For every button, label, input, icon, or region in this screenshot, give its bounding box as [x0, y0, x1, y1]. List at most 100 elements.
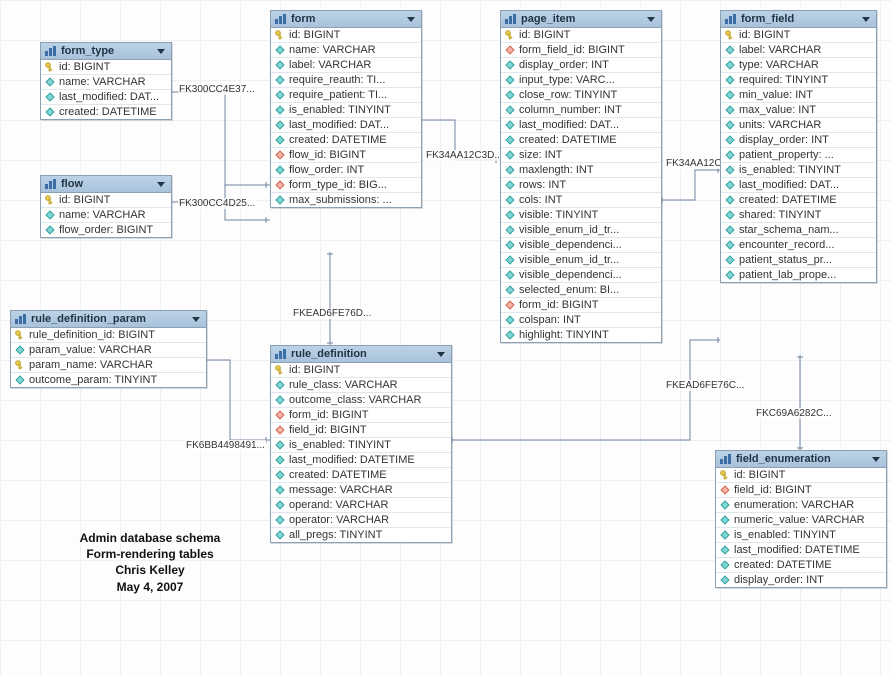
column-row[interactable]: label: VARCHAR: [721, 43, 876, 58]
column-row[interactable]: display_order: INT: [721, 133, 876, 148]
entity-form[interactable]: formid: BIGINTname: VARCHARlabel: VARCHA…: [270, 10, 422, 208]
column-row[interactable]: created: DATETIME: [271, 468, 451, 483]
entity-header[interactable]: form_field: [721, 11, 876, 28]
column-row[interactable]: size: INT: [501, 148, 661, 163]
entity-flow[interactable]: flowid: BIGINTname: VARCHARflow_order: B…: [40, 175, 172, 238]
column-row[interactable]: flow_id: BIGINT: [271, 148, 421, 163]
column-row[interactable]: message: VARCHAR: [271, 483, 451, 498]
column-row[interactable]: maxlength: INT: [501, 163, 661, 178]
entity-header[interactable]: form: [271, 11, 421, 28]
column-row[interactable]: label: VARCHAR: [271, 58, 421, 73]
column-row[interactable]: column_number: INT: [501, 103, 661, 118]
entity-header[interactable]: rule_definition: [271, 346, 451, 363]
column-row[interactable]: last_modified: DATETIME: [716, 543, 886, 558]
column-row[interactable]: name: VARCHAR: [271, 43, 421, 58]
column-row[interactable]: field_id: BIGINT: [716, 483, 886, 498]
entity-header[interactable]: field_enumeration: [716, 451, 886, 468]
column-row[interactable]: id: BIGINT: [501, 28, 661, 43]
column-row[interactable]: selected_enum: BI...: [501, 283, 661, 298]
entity-header[interactable]: page_item: [501, 11, 661, 28]
column-row[interactable]: outcome_param: TINYINT: [11, 373, 206, 387]
column-row[interactable]: is_enabled: TINYINT: [716, 528, 886, 543]
column-row[interactable]: is_enabled: TINYINT: [721, 163, 876, 178]
column-row[interactable]: close_row: TINYINT: [501, 88, 661, 103]
column-row[interactable]: field_id: BIGINT: [271, 423, 451, 438]
column-row[interactable]: outcome_class: VARCHAR: [271, 393, 451, 408]
column-row[interactable]: form_field_id: BIGINT: [501, 43, 661, 58]
column-row[interactable]: last_modified: DAT...: [721, 178, 876, 193]
column-row[interactable]: rule_definition_id: BIGINT: [11, 328, 206, 343]
column-row[interactable]: display_order: INT: [501, 58, 661, 73]
column-row[interactable]: id: BIGINT: [41, 60, 171, 75]
column-row[interactable]: visible_enum_id_tr...: [501, 223, 661, 238]
column-row[interactable]: visible_dependenci...: [501, 238, 661, 253]
column-row[interactable]: visible_enum_id_tr...: [501, 253, 661, 268]
column-row[interactable]: max_submissions: ...: [271, 193, 421, 207]
column-row[interactable]: created: DATETIME: [271, 133, 421, 148]
chevron-down-icon[interactable]: [872, 457, 880, 462]
column-row[interactable]: star_schema_nam...: [721, 223, 876, 238]
column-row[interactable]: highlight: TINYINT: [501, 328, 661, 342]
column-row[interactable]: visible: TINYINT: [501, 208, 661, 223]
column-row[interactable]: rows: INT: [501, 178, 661, 193]
column-row[interactable]: input_type: VARC...: [501, 73, 661, 88]
column-row[interactable]: last_modified: DAT...: [41, 90, 171, 105]
column-row[interactable]: form_id: BIGINT: [271, 408, 451, 423]
column-row[interactable]: last_modified: DATETIME: [271, 453, 451, 468]
column-row[interactable]: shared: TINYINT: [721, 208, 876, 223]
column-row[interactable]: enumeration: VARCHAR: [716, 498, 886, 513]
column-row[interactable]: patient_status_pr...: [721, 253, 876, 268]
column-row[interactable]: patient_lab_prope...: [721, 268, 876, 282]
chevron-down-icon[interactable]: [647, 17, 655, 22]
chevron-down-icon[interactable]: [157, 49, 165, 54]
chevron-down-icon[interactable]: [407, 17, 415, 22]
chevron-down-icon[interactable]: [862, 17, 870, 22]
column-row[interactable]: id: BIGINT: [41, 193, 171, 208]
entity-rule_definition[interactable]: rule_definitionid: BIGINTrule_class: VAR…: [270, 345, 452, 543]
column-row[interactable]: form_id: BIGINT: [501, 298, 661, 313]
column-row[interactable]: min_value: INT: [721, 88, 876, 103]
column-row[interactable]: name: VARCHAR: [41, 208, 171, 223]
column-row[interactable]: created: DATETIME: [501, 133, 661, 148]
column-row[interactable]: display_order: INT: [716, 573, 886, 587]
column-row[interactable]: require_reauth: TI...: [271, 73, 421, 88]
column-row[interactable]: param_value: VARCHAR: [11, 343, 206, 358]
column-row[interactable]: required: TINYINT: [721, 73, 876, 88]
column-row[interactable]: param_name: VARCHAR: [11, 358, 206, 373]
entity-rule_definition_param[interactable]: rule_definition_paramrule_definition_id:…: [10, 310, 207, 388]
column-row[interactable]: cols: INT: [501, 193, 661, 208]
chevron-down-icon[interactable]: [157, 182, 165, 187]
entity-header[interactable]: flow: [41, 176, 171, 193]
entity-header[interactable]: rule_definition_param: [11, 311, 206, 328]
column-row[interactable]: numeric_value: VARCHAR: [716, 513, 886, 528]
entity-header[interactable]: form_type: [41, 43, 171, 60]
column-row[interactable]: form_type_id: BIG...: [271, 178, 421, 193]
column-row[interactable]: name: VARCHAR: [41, 75, 171, 90]
column-row[interactable]: created: DATETIME: [721, 193, 876, 208]
column-row[interactable]: last_modified: DAT...: [501, 118, 661, 133]
column-row[interactable]: patient_property: ...: [721, 148, 876, 163]
column-row[interactable]: id: BIGINT: [271, 363, 451, 378]
column-row[interactable]: is_enabled: TINYINT: [271, 438, 451, 453]
chevron-down-icon[interactable]: [192, 317, 200, 322]
column-row[interactable]: encounter_record...: [721, 238, 876, 253]
column-row[interactable]: is_enabled: TINYINT: [271, 103, 421, 118]
column-row[interactable]: require_patient: TI...: [271, 88, 421, 103]
column-row[interactable]: last_modified: DAT...: [271, 118, 421, 133]
column-row[interactable]: colspan: INT: [501, 313, 661, 328]
column-row[interactable]: created: DATETIME: [41, 105, 171, 119]
column-row[interactable]: max_value: INT: [721, 103, 876, 118]
column-row[interactable]: flow_order: INT: [271, 163, 421, 178]
column-row[interactable]: id: BIGINT: [721, 28, 876, 43]
column-row[interactable]: flow_order: BIGINT: [41, 223, 171, 237]
entity-field_enumeration[interactable]: field_enumerationid: BIGINTfield_id: BIG…: [715, 450, 887, 588]
column-row[interactable]: id: BIGINT: [271, 28, 421, 43]
column-row[interactable]: operand: VARCHAR: [271, 498, 451, 513]
column-row[interactable]: id: BIGINT: [716, 468, 886, 483]
entity-page_item[interactable]: page_itemid: BIGINTform_field_id: BIGINT…: [500, 10, 662, 343]
column-row[interactable]: units: VARCHAR: [721, 118, 876, 133]
column-row[interactable]: visible_dependenci...: [501, 268, 661, 283]
entity-form_field[interactable]: form_fieldid: BIGINTlabel: VARCHARtype: …: [720, 10, 877, 283]
column-row[interactable]: operator: VARCHAR: [271, 513, 451, 528]
chevron-down-icon[interactable]: [437, 352, 445, 357]
